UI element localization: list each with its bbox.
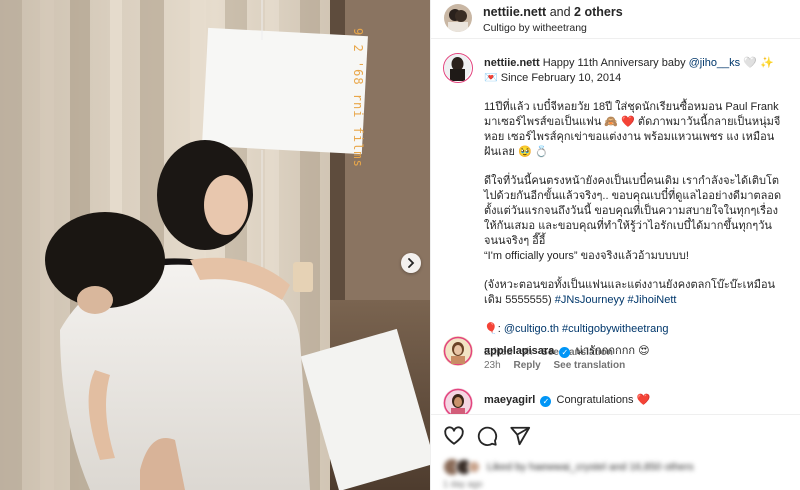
caption-mention[interactable]: @jiho__ks <box>689 57 741 69</box>
header-others-link[interactable]: 2 others <box>574 5 623 19</box>
caption-paragraph-3: “I'm officially yours” ของจริงแล้วอ้ามบบ… <box>484 250 689 262</box>
post-date: 1 day ago <box>443 479 483 489</box>
caption-line1: Happy 11th Anniversary baby <box>542 57 689 69</box>
avatar-image <box>444 4 472 32</box>
liker-avatars <box>443 458 481 476</box>
header-usernames: nettiie.nett and 2 others <box>483 5 623 19</box>
caption-credit-links[interactable]: @cultigo.th #cultigobywitheetrang <box>504 323 669 335</box>
comment-time: 23h <box>484 360 501 371</box>
comment-username[interactable]: applelapisara <box>484 345 554 357</box>
next-photo-button[interactable] <box>401 253 421 273</box>
caption-author-avatar[interactable] <box>443 53 473 83</box>
comment-meta: 23h Reply See translation <box>484 360 635 371</box>
header-and-text: and <box>549 5 571 19</box>
comment-text: Congratulations ❤️ <box>556 394 651 406</box>
avatar-stack-image <box>444 458 481 476</box>
post-actions: Liked by haewwai_crystel and 16,850 othe… <box>431 414 800 490</box>
comment-text: น่ารักกกกกก 😍 <box>575 345 650 357</box>
caption-line1-emoji: 🤍 ✨ <box>740 57 774 69</box>
post-header: nettiie.nett and 2 others Cultigo by wit… <box>431 0 800 39</box>
verified-badge-icon: ✓ <box>559 347 571 358</box>
caption-line2: 💌 Since February 10, 2014 <box>484 72 622 84</box>
caption-credit-prefix: 🎈: <box>484 323 504 335</box>
chevron-right-icon <box>408 258 415 268</box>
comment-username[interactable]: maeyagirl <box>484 394 535 406</box>
post-side-panel: nettiie.nett and 2 others Cultigo by wit… <box>430 0 800 490</box>
commenter-avatar[interactable] <box>443 336 473 366</box>
film-date-stamp: 9 2 '68 rni films <box>351 28 365 168</box>
caption-hashtags[interactable]: #JNsJourneyy #JihoiNett <box>555 294 677 306</box>
heart-icon[interactable] <box>443 425 465 447</box>
caption-paragraph-2: ดีใจที่วันนี้คนตรงหน้ายังคงเป็นเบบี๋คนเด… <box>484 175 782 247</box>
likes-count-text[interactable]: Liked by haewwai_crystel and 16,850 othe… <box>487 461 694 473</box>
comment-icon[interactable] <box>476 425 498 447</box>
likes-row[interactable]: Liked by haewwai_crystel and 16,850 othe… <box>443 458 694 476</box>
author-avatar[interactable] <box>444 4 472 32</box>
header-username[interactable]: nettiie.nett <box>483 5 546 19</box>
verified-badge-icon: ✓ <box>540 396 552 407</box>
comment-see-translation-button[interactable]: See translation <box>553 360 625 371</box>
reply-button[interactable]: Reply <box>513 360 540 371</box>
post-photo: 9 2 '68 rni films <box>0 0 430 490</box>
share-icon[interactable] <box>509 425 531 447</box>
caption-username[interactable]: nettiie.nett <box>484 57 540 69</box>
header-subtitle[interactable]: Cultigo by witheetrang <box>483 22 587 34</box>
comment-body: applelapisara ✓ น่ารักกกกกก 😍 <box>484 341 650 359</box>
comment-body: maeyagirl ✓ Congratulations ❤️ <box>484 393 650 407</box>
caption-text: nettiie.nett Happy 11th Anniversary baby… <box>484 56 788 360</box>
caption-paragraph-1: 11ปีที่แล้ว เบบี๋จีหอยวัย 18ปี ใส่ชุดนัก… <box>484 101 781 158</box>
avatar-image <box>443 336 473 366</box>
avatar-image <box>444 54 471 81</box>
